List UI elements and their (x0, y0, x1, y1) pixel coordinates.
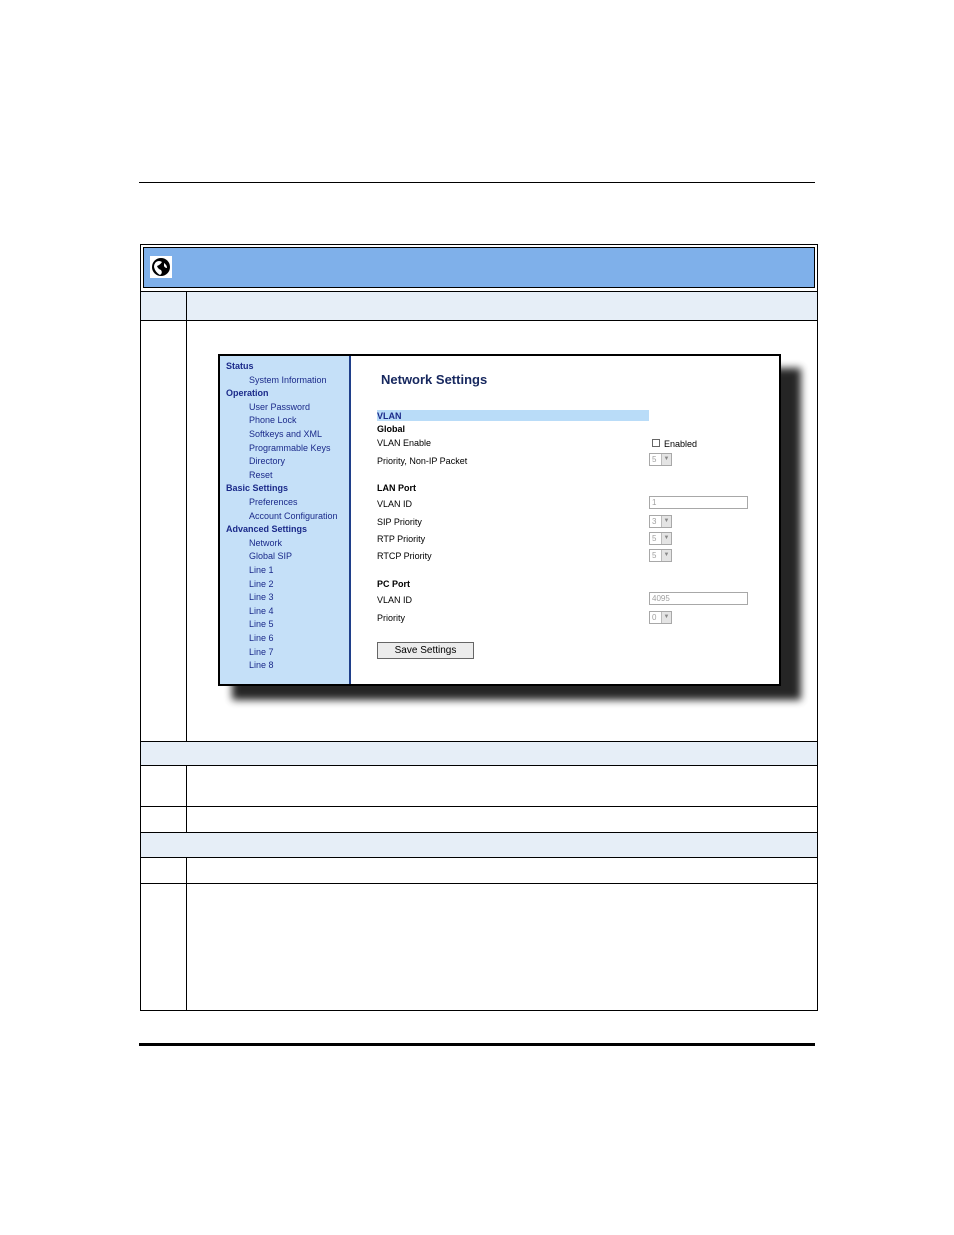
pc-vlan-id-label: VLAN ID (377, 595, 413, 605)
rtcp-priority-select[interactable]: 5 ▼ (649, 549, 672, 562)
sidebar-item[interactable]: Reset (249, 470, 273, 480)
sidebar-item[interactable]: Phone Lock (249, 415, 297, 425)
chevron-down-icon: ▼ (661, 612, 671, 623)
sidebar-item[interactable]: Account Configuration (249, 511, 338, 521)
sidebar-item[interactable]: System Information (249, 375, 327, 385)
sidebar-item[interactable]: Line 2 (249, 579, 274, 589)
pc-priority-label: Priority (377, 613, 406, 623)
sidebar-item[interactable]: Programmable Keys (249, 443, 331, 453)
rtcp-priority-value: 5 (652, 551, 657, 560)
table-section-row (141, 832, 817, 858)
sidebar-nav: Status System Information Operation User Pa… (220, 356, 351, 684)
priority-non-ip-select[interactable]: 5 ▼ (649, 453, 672, 466)
pc-priority-value: 0 (652, 613, 657, 622)
sidebar-section-heading: Basic Settings (226, 483, 289, 494)
sidebar-item[interactable]: Line 1 (249, 565, 274, 575)
chevron-down-icon: ▼ (661, 550, 671, 561)
vlan-section-bar (377, 410, 649, 421)
pc-vlan-id-input[interactable]: 4095 (649, 592, 748, 605)
sidebar-item[interactable]: Softkeys and XML (249, 429, 322, 439)
sidebar-item[interactable]: Directory (249, 456, 285, 466)
sidebar-item[interactable]: User Password (249, 402, 310, 412)
sidebar-section-heading: Advanced Settings (226, 524, 308, 535)
lan-vlan-id-input[interactable]: 1 (649, 496, 748, 509)
sidebar-item[interactable]: Network (249, 538, 282, 548)
sidebar-item[interactable]: Preferences (249, 497, 298, 507)
network-settings-screenshot: Status System Information Operation User Pa… (218, 354, 781, 686)
table-header-row (141, 291, 817, 321)
rtp-priority-label: RTP Priority (377, 534, 426, 544)
table-section-row (141, 741, 817, 766)
chevron-down-icon: ▼ (661, 454, 671, 465)
network-settings-panel: Network Settings VLAN Global VLAN Enable… (351, 356, 779, 684)
sip-priority-label: SIP Priority (377, 517, 422, 527)
pc-port-heading: PC Port (377, 579, 411, 589)
table-row (141, 857, 817, 884)
sidebar-item[interactable]: Line 7 (249, 647, 274, 657)
table-banner (143, 247, 815, 288)
header-rule (139, 182, 815, 183)
sip-priority-value: 3 (652, 517, 657, 526)
lan-port-heading: LAN Port (377, 483, 416, 493)
table-row (141, 765, 817, 807)
sidebar-section-heading: Status (226, 361, 254, 371)
sidebar-item[interactable]: Line 5 (249, 619, 274, 629)
vlan-enable-checkbox[interactable] (652, 439, 660, 447)
enabled-label: Enabled (664, 439, 698, 449)
priority-non-ip-value: 5 (652, 455, 657, 464)
sidebar-item[interactable]: Line 8 (249, 660, 274, 670)
sidebar-section-heading: Operation (226, 388, 269, 399)
table-row (141, 806, 817, 833)
sidebar-item[interactable]: Global SIP (249, 551, 292, 561)
vlan-heading: VLAN (377, 411, 402, 421)
priority-non-ip-label: Priority, Non-IP Packet (377, 456, 468, 466)
page-title: Network Settings (381, 372, 488, 387)
rtp-priority-value: 5 (652, 534, 657, 543)
sidebar-item[interactable]: Line 3 (249, 592, 274, 602)
footer-rule (139, 1043, 815, 1046)
sip-priority-select[interactable]: 3 ▼ (649, 515, 672, 528)
save-settings-button[interactable]: Save Settings (377, 642, 474, 659)
pc-priority-select[interactable]: 0 ▼ (649, 611, 672, 624)
rtcp-priority-label: RTCP Priority (377, 551, 432, 561)
vlan-enable-label: VLAN Enable (377, 438, 432, 448)
global-heading: Global (377, 424, 406, 434)
rtp-priority-select[interactable]: 5 ▼ (649, 532, 672, 545)
sidebar-item[interactable]: Line 4 (249, 606, 274, 616)
table-row (141, 883, 817, 1010)
chevron-down-icon: ▼ (661, 516, 671, 527)
lan-vlan-id-label: VLAN ID (377, 499, 413, 509)
sidebar-item[interactable]: Line 6 (249, 633, 274, 643)
chevron-down-icon: ▼ (661, 533, 671, 544)
globe-icon (150, 256, 172, 278)
